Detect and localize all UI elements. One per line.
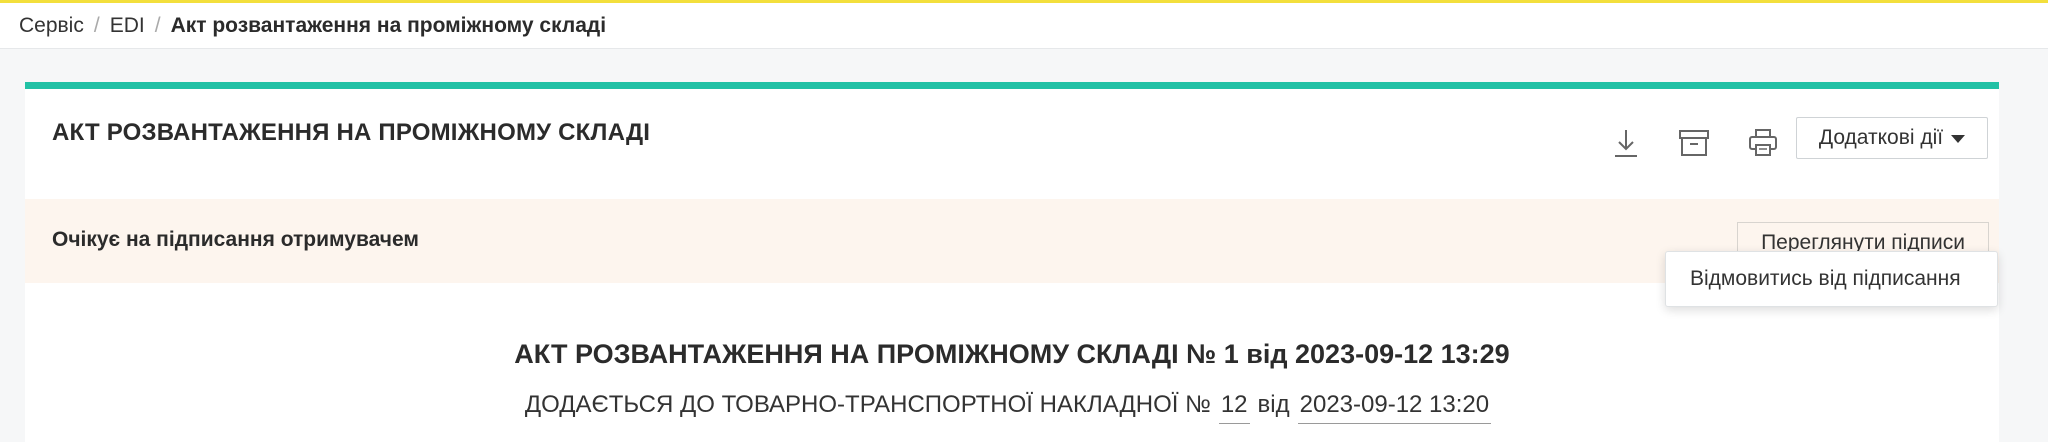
waybill-prefix: ДОДАЄТЬСЯ ДО ТОВАРНО-ТРАНСПОРТНОЇ НАКЛАД…: [524, 391, 1211, 418]
document-title: АКТ РОЗВАНТАЖЕННЯ НА ПРОМІЖНОМУ СКЛАДІ №…: [514, 339, 1510, 369]
additional-actions-label: Додаткові дії: [1818, 126, 1944, 149]
waybill-from-label: від: [1257, 391, 1290, 418]
breadcrumb-item-service[interactable]: Сервіс: [19, 14, 84, 38]
additional-actions-button[interactable]: Додаткові дії: [1796, 117, 1988, 159]
print-icon[interactable]: [1742, 122, 1784, 164]
archive-icon[interactable]: [1673, 122, 1715, 164]
caret-down-icon: [1951, 135, 1966, 143]
document-panel: АКТ РОЗВАНТАЖЕННЯ НА ПРОМІЖНОМУ СКЛАДІ Д…: [25, 82, 1999, 442]
breadcrumb-item-edi[interactable]: EDI: [110, 14, 145, 38]
waybill-date-field: 2023-09-12 13:20: [1297, 391, 1492, 424]
waybill-number-field: 12: [1218, 391, 1250, 424]
download-icon[interactable]: [1605, 122, 1647, 164]
breadcrumb-separator: /: [93, 13, 100, 37]
decline-signing-menu-item[interactable]: Відмовитись від підписання: [1665, 251, 1998, 307]
breadcrumb-current: Акт розвантаження на проміжному складі: [170, 13, 607, 37]
document-subtitle: ДОДАЄТЬСЯ ДО ТОВАРНО-ТРАНСПОРТНОЇ НАКЛАД…: [25, 391, 1999, 424]
breadcrumb: Сервіс / EDI / Акт розвантаження на пром…: [0, 3, 2048, 49]
status-text: Очікує на підписання отримувачем: [52, 228, 419, 251]
page-title: АКТ РОЗВАНТАЖЕННЯ НА ПРОМІЖНОМУ СКЛАДІ: [52, 119, 651, 146]
breadcrumb-separator: /: [154, 13, 161, 37]
